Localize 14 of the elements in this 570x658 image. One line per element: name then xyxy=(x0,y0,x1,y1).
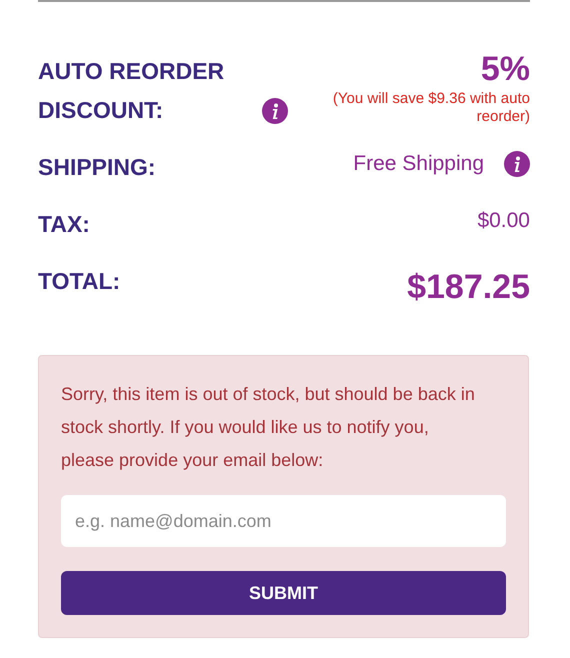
summary-value: $0.00 xyxy=(477,208,530,234)
out-of-stock-message: Sorry, this item is out of stock, but should be back in stock shortly. If you would like us to notify you, please provide your email below: xyxy=(61,383,476,472)
savings-note: (You will save $9.36 with auto reorder) xyxy=(332,90,530,126)
email-field[interactable]: e.g. name@domain.com xyxy=(61,495,506,547)
summary-label: AUTO REORDER DISCOUNT: xyxy=(38,57,226,125)
summary-label: TOTAL: xyxy=(38,267,120,296)
info-icon[interactable] xyxy=(504,150,530,177)
info-icon[interactable] xyxy=(262,98,288,124)
summary-value: Free Shipping xyxy=(353,151,484,177)
summary-value: $187.25 xyxy=(407,267,530,308)
summary-value: 5% xyxy=(480,52,530,86)
summary-label: SHIPPING: xyxy=(38,153,156,182)
submit-button[interactable]: SUBMIT xyxy=(61,571,506,615)
summary-label: TAX: xyxy=(38,210,90,239)
